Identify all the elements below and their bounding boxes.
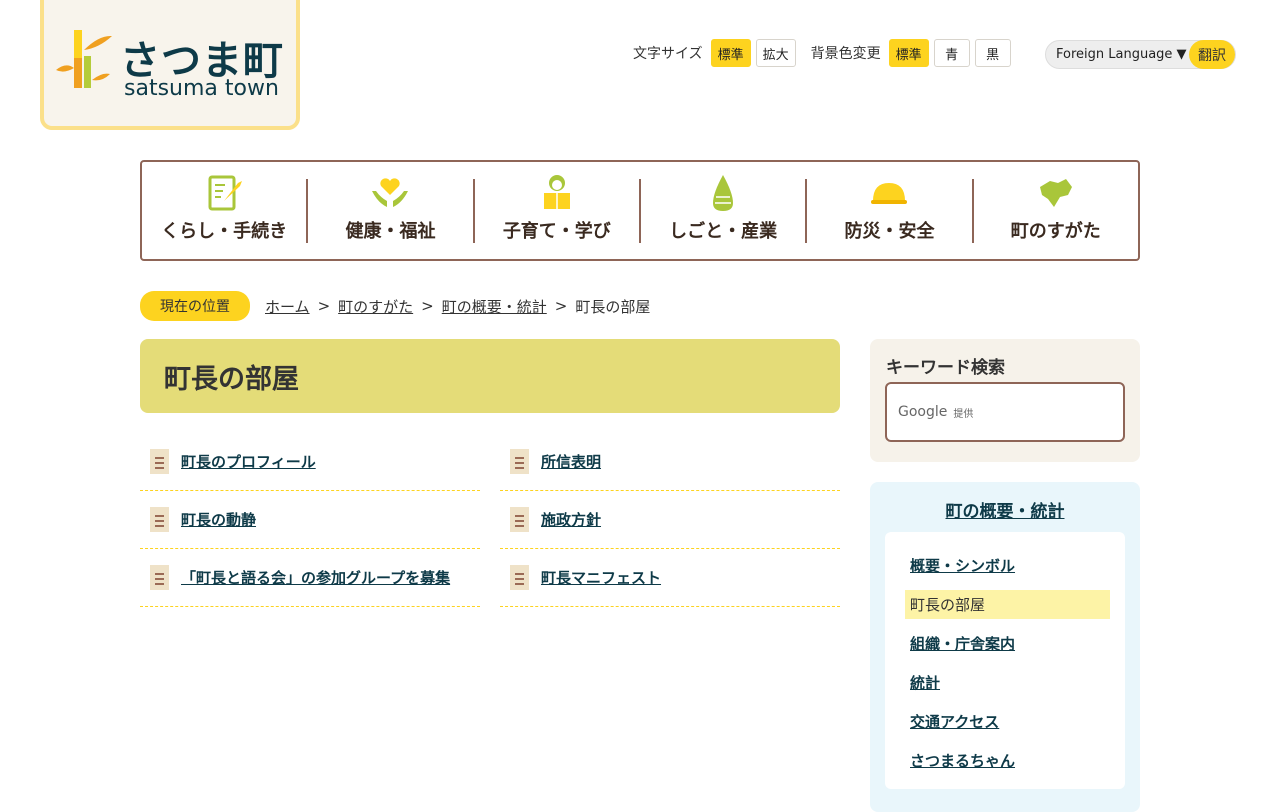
nav-label: 町のすがた [1010, 220, 1101, 242]
link-administration-policy[interactable]: 施政方針 [541, 509, 601, 530]
bg-blue-button[interactable]: 青 [933, 39, 970, 67]
breadcrumb: 現在の位置 ホーム > 町のすがた > 町の概要・統計 > 町長の部屋 [140, 291, 650, 321]
provided-label: 提供 [953, 408, 974, 420]
font-size-label: 文字サイズ [633, 46, 703, 62]
list-item: 所信表明 [500, 433, 840, 491]
side-link-statistics[interactable]: 統計 [910, 672, 940, 693]
font-standard-button[interactable]: 標準 [710, 39, 751, 67]
link-manifesto[interactable]: 町長マニフェスト [541, 567, 661, 588]
document-pen-icon [208, 175, 243, 210]
side-nav-item: さつまるちゃん [910, 741, 1110, 780]
google-label: Google [898, 404, 948, 420]
link-list: 町長のプロフィール 所信表明 町長の動静 施政方針 「町長と語る会」の参加グルー… [140, 433, 840, 607]
link-activities[interactable]: 町長の動静 [181, 509, 256, 530]
language-select[interactable]: Foreign Language ▼ 翻訳 [1045, 40, 1236, 69]
global-nav: くらし・手続き 健康・福祉 子育て・学び しごと・産業 防災・安全 町のすがた [140, 160, 1140, 261]
breadcrumb-separator: > [421, 297, 434, 315]
breadcrumb-overview[interactable]: 町の概要・統計 [442, 296, 547, 317]
bamboo-shoot-icon [713, 174, 734, 211]
document-icon [510, 507, 529, 532]
nav-work[interactable]: しごと・産業 [641, 174, 808, 243]
breadcrumb-current: 町長の部屋 [575, 297, 651, 316]
list-item: 施政方針 [500, 491, 840, 549]
link-talk-meeting[interactable]: 「町長と語る会」の参加グループを募集 [181, 567, 450, 588]
language-select-label: Foreign Language ▼ [1056, 47, 1187, 62]
page-title: 町長の部屋 [140, 339, 840, 413]
nav-childcare[interactable]: 子育て・学び [475, 174, 641, 243]
document-icon [150, 565, 169, 590]
side-link-access[interactable]: 交通アクセス [910, 711, 999, 732]
link-policy-speech[interactable]: 所信表明 [541, 451, 601, 472]
accessibility-tools: 文字サイズ 標準 拡大 背景色変更 標準 青 黒 [633, 39, 1016, 67]
nav-living[interactable]: くらし・手続き [142, 175, 309, 243]
helmet-icon [871, 182, 908, 204]
breadcrumb-home[interactable]: ホーム [265, 296, 310, 317]
bg-standard-button[interactable]: 標準 [888, 39, 929, 67]
side-nav-item: 概要・シンボル [910, 546, 1110, 585]
side-nav-title[interactable]: 町の概要・統計 [870, 497, 1140, 522]
nav-label: 健康・福祉 [345, 220, 436, 242]
nav-label: くらし・手続き [161, 220, 288, 242]
search-title: キーワード検索 [886, 358, 1005, 378]
list-item: 町長のプロフィール [140, 433, 480, 491]
translate-button[interactable]: 翻訳 [1189, 40, 1235, 69]
heart-hands-icon [372, 177, 409, 207]
breadcrumb-separator: > [317, 297, 331, 315]
side-link-organization[interactable]: 組織・庁舎案内 [910, 633, 1015, 654]
side-nav-item: 交通アクセス [910, 702, 1110, 741]
nav-health[interactable]: 健康・福祉 [308, 177, 475, 243]
nav-label: 防災・安全 [844, 220, 935, 242]
list-item: 町長の動静 [140, 491, 480, 549]
bamboo-logo-icon [56, 30, 112, 88]
keyword-search: キーワード検索 Google 提供 [870, 339, 1140, 462]
side-link-mascot[interactable]: さつまるちゃん [910, 750, 1015, 771]
breadcrumb-separator: > [554, 297, 568, 315]
breadcrumb-town[interactable]: 町のすがた [338, 296, 413, 317]
nav-town[interactable]: 町のすがた [974, 178, 1138, 243]
current-location-badge: 現在の位置 [140, 291, 250, 321]
document-icon [150, 449, 169, 474]
side-current: 町長の部屋 [910, 596, 986, 614]
document-icon [510, 565, 529, 590]
document-icon [150, 507, 169, 532]
side-nav-item: 統計 [910, 663, 1110, 702]
side-nav-item: 組織・庁舎案内 [910, 624, 1110, 663]
bg-black-button[interactable]: 黒 [974, 39, 1011, 67]
nav-disaster[interactable]: 防災・安全 [807, 178, 974, 243]
document-icon [510, 449, 529, 474]
font-large-button[interactable]: 拡大 [755, 39, 796, 67]
list-item: 「町長と語る会」の参加グループを募集 [140, 549, 480, 607]
side-link-overview[interactable]: 概要・シンボル [910, 555, 1015, 576]
link-profile[interactable]: 町長のプロフィール [181, 451, 316, 472]
bg-color-label: 背景色変更 [810, 46, 881, 62]
search-input[interactable]: Google 提供 [885, 382, 1125, 442]
nav-label: 子育て・学び [502, 220, 611, 242]
child-reading-icon [543, 174, 570, 209]
logo-subtext: satsuma town [124, 76, 279, 101]
list-item: 町長マニフェスト [500, 549, 840, 607]
side-nav-item-current: 町長の部屋 [905, 590, 1110, 619]
site-logo[interactable]: さつま町 satsuma town [40, 0, 300, 130]
town-map-icon [1039, 178, 1072, 207]
side-nav: 町の概要・統計 概要・シンボル 町長の部屋 組織・庁舎案内 統計 交通アクセス … [870, 482, 1140, 812]
nav-label: しごと・産業 [669, 220, 778, 242]
